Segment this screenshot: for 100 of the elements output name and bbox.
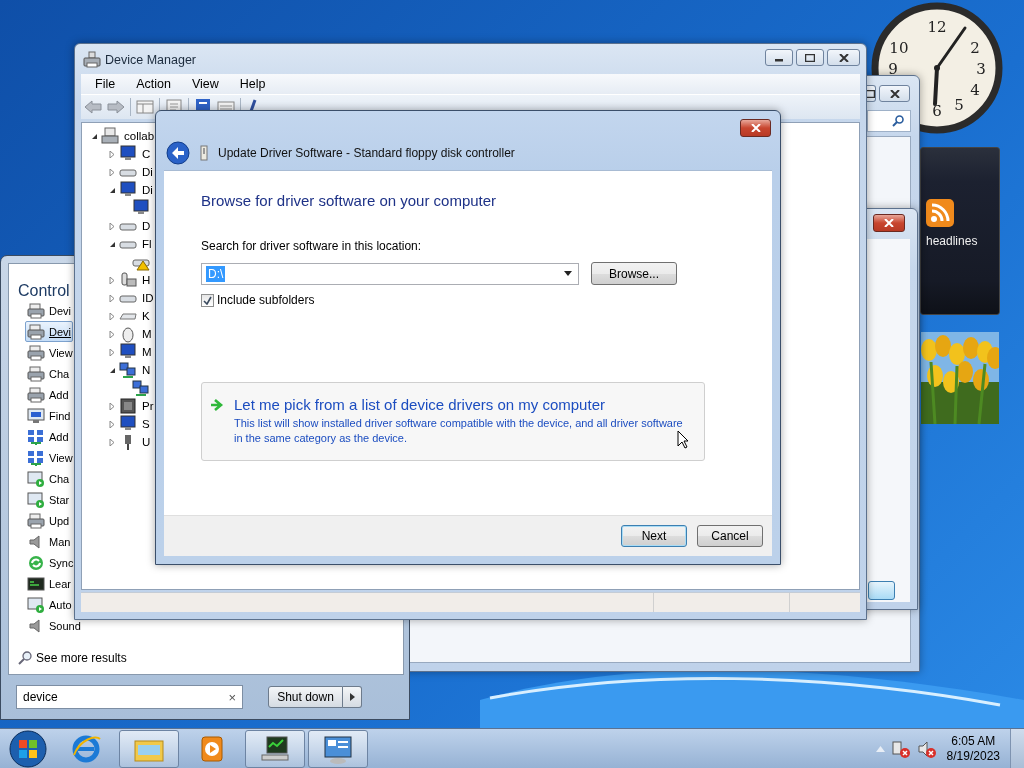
search-result[interactable]: View [25,342,75,363]
floppy-drive-icon [200,145,208,161]
expand-arrow-icon[interactable] [109,420,116,428]
mouse-icon [119,325,137,343]
search-result[interactable]: Devi [25,321,73,342]
search-icon [18,651,32,665]
close-icon [750,124,761,132]
clock-numeral: 2 [970,39,980,57]
clock-numeral: 5 [954,96,964,115]
arrow-icon [210,399,224,411]
caret-icon [349,693,355,701]
options-button[interactable] [343,686,362,708]
search-result[interactable]: Add [25,426,71,447]
command-link[interactable]: Let me pick from a list of device drivers on my computer This list will show installed driver software compatible with the device, and all driver software in the same category as the device. [201,382,705,461]
browse-button[interactable]: Browse... [591,262,677,285]
search-result[interactable]: Find [25,405,73,426]
tree-item[interactable]: Di [82,163,153,181]
close-icon [889,89,900,98]
expand-arrow-icon[interactable] [109,294,116,302]
search-result[interactable]: Man [25,531,73,552]
tree-item[interactable]: H [82,271,151,289]
tree-item[interactable]: C [82,145,151,163]
show-desktop-button[interactable] [1010,728,1024,768]
close-button[interactable] [740,119,771,137]
expand-arrow-icon[interactable] [109,168,116,176]
tree-item[interactable]: S [82,415,150,433]
network-icon [27,449,45,466]
tree-item[interactable]: D [82,217,151,235]
checkbox[interactable] [201,293,214,307]
tree-item[interactable]: Pr [82,397,154,415]
search-result[interactable]: Cha [25,468,72,489]
tree-item[interactable]: collab [82,127,155,145]
maximize-icon [866,89,875,98]
dialog-title: Update Driver Software - Standard floppy disk controller [218,146,515,160]
group-heading: Control [18,282,70,300]
network-error-icon[interactable] [890,739,911,758]
speaker-muted-icon[interactable] [916,739,937,758]
tree-item[interactable]: N [82,361,151,379]
button[interactable] [868,581,895,600]
tree-item[interactable]: Fl [82,235,152,253]
search-result[interactable]: Add [25,384,71,405]
printer-icon [27,365,45,382]
clock-numeral: 12 [927,18,947,36]
search-result[interactable]: Devi [25,300,73,321]
maximize-button[interactable] [796,49,824,66]
menu-item[interactable]: View [181,77,230,91]
tree-item[interactable]: K [82,307,150,325]
close-button[interactable] [827,49,860,66]
expand-arrow-icon[interactable] [109,348,116,356]
collapse-arrow-icon[interactable] [109,366,116,374]
search-result[interactable]: Upd [25,510,72,531]
menu-item[interactable]: File [85,77,127,91]
search-result[interactable]: View [25,447,75,468]
search-result[interactable]: Sync [25,552,76,573]
taskbar-button[interactable] [308,729,368,768]
monitor-icon [27,407,45,424]
expand-arrow-icon[interactable] [109,402,116,410]
search-result[interactable]: Auto [25,594,74,615]
search-field[interactable] [867,110,911,132]
back-button[interactable] [166,141,190,165]
tree-item[interactable]: Di [82,181,153,199]
dialog-button[interactable]: Cancel [697,525,763,547]
expand-arrow-icon[interactable] [109,438,116,446]
taskbar-button[interactable] [245,729,305,768]
screen-play-icon [27,596,45,613]
search-result[interactable]: Lear [25,573,74,594]
search-result[interactable]: Cha [25,363,72,384]
clock-button[interactable]: 6:05 AM 8/19/2023 [942,733,1004,764]
search-field[interactable]: device × [16,685,243,709]
shut-down-button[interactable]: Shut down [268,686,343,708]
search-result[interactable]: Star [25,489,72,510]
minimize-button[interactable] [765,49,793,66]
clock-numeral: 3 [976,60,986,78]
expand-arrow-icon[interactable] [109,312,116,320]
close-button[interactable] [879,85,910,102]
gadget-caption: headlines [926,234,978,248]
menu-item[interactable]: Action [126,77,182,91]
tree-item[interactable]: M [82,343,152,361]
tree-item[interactable]: ID [82,289,154,307]
expand-arrow-icon[interactable] [109,330,116,338]
dialog-button[interactable]: Next [621,525,687,547]
expand-arrow-icon[interactable] [109,222,116,230]
network-icon [27,428,45,445]
tree-item[interactable]: U [82,433,151,451]
maximize-icon [805,53,815,62]
menu-item[interactable]: Help [229,77,277,91]
expand-arrow-icon[interactable] [109,150,116,158]
close-button[interactable] [873,214,905,232]
screen-play-icon [27,470,45,487]
clear-button[interactable]: × [228,689,236,705]
search-result[interactable]: Sound [25,615,83,636]
see-more-link[interactable]: See more results [18,651,127,665]
monitor-icon [119,415,137,433]
collapse-arrow-icon[interactable] [109,186,116,194]
collapse-arrow-icon[interactable] [109,240,116,248]
monitor-icon [119,145,137,163]
close-icon [884,219,894,227]
tree-item[interactable]: M [82,325,152,343]
collapse-arrow-icon[interactable] [91,132,98,140]
expand-arrow-icon[interactable] [109,276,116,284]
